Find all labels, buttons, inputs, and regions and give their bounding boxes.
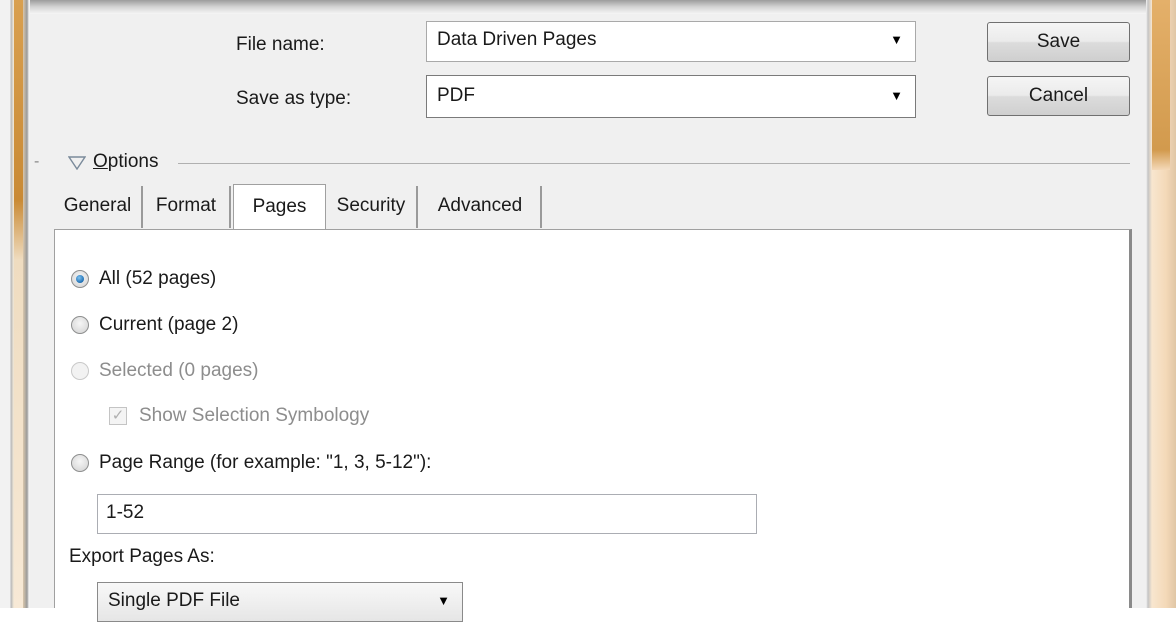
triangle-down-icon[interactable]	[68, 156, 86, 170]
save-button[interactable]: Save	[987, 22, 1130, 62]
page-range-value: 1-52	[106, 502, 145, 523]
current-page-label[interactable]: Current (page 2)	[99, 314, 238, 336]
frame-left-accent	[14, 0, 23, 608]
checkmark-icon: ✓	[111, 407, 125, 424]
save-as-type-combo[interactable]: PDF ▼	[426, 75, 916, 118]
export-map-dialog: File name: Data Driven Pages ▼ Save as t…	[30, 14, 1146, 622]
options-section-header[interactable]: - Options	[30, 150, 1146, 180]
tab-pages[interactable]: Pages	[233, 184, 326, 230]
chevron-down-icon[interactable]: ▼	[437, 593, 450, 608]
export-pages-as-select[interactable]: Single PDF File ▼	[97, 582, 463, 622]
options-title-accesskey: O	[93, 151, 108, 172]
selected-pages-label: Selected (0 pages)	[99, 360, 259, 381]
current-page-radio[interactable]	[71, 316, 89, 334]
page-range-input[interactable]: 1-52	[97, 494, 757, 534]
chevron-down-icon[interactable]: ▼	[890, 32, 903, 47]
selected-pages-radio	[71, 362, 89, 380]
export-pages-as-label: Export Pages As:	[69, 546, 215, 567]
show-selection-checkbox: ✓	[109, 407, 127, 425]
options-divider	[178, 163, 1130, 164]
export-pages-as-value: Single PDF File	[108, 590, 240, 611]
frame-right-accent	[1152, 0, 1170, 170]
tab-format[interactable]: Format	[143, 186, 231, 228]
tab-advanced[interactable]: Advanced	[420, 186, 542, 228]
window-frame-left	[0, 0, 30, 608]
window-frame-right	[1146, 0, 1176, 608]
file-name-combo[interactable]: Data Driven Pages ▼	[426, 21, 916, 62]
page-range-label[interactable]: Page Range (for example: "1, 3, 5-12"):	[99, 452, 431, 474]
save-as-type-label: Save as type:	[236, 88, 352, 109]
options-prefix: -	[34, 153, 40, 170]
save-as-type-value: PDF	[437, 85, 475, 106]
tab-general[interactable]: General	[54, 186, 143, 228]
show-selection-label: Show Selection Symbology	[139, 405, 370, 426]
cancel-button[interactable]: Cancel	[987, 76, 1130, 116]
file-name-value: Data Driven Pages	[437, 29, 597, 50]
pages-tab-panel: All (52 pages) Current (page 2) Selected…	[54, 229, 1132, 622]
file-name-label: File name:	[236, 34, 325, 55]
tab-security[interactable]: Security	[326, 186, 418, 228]
chevron-down-icon[interactable]: ▼	[890, 88, 903, 103]
options-title: Options	[93, 151, 158, 173]
options-title-rest: ptions	[107, 151, 159, 172]
all-pages-radio[interactable]	[71, 270, 89, 288]
all-pages-label[interactable]: All (52 pages)	[99, 268, 216, 290]
page-range-radio[interactable]	[71, 454, 89, 472]
